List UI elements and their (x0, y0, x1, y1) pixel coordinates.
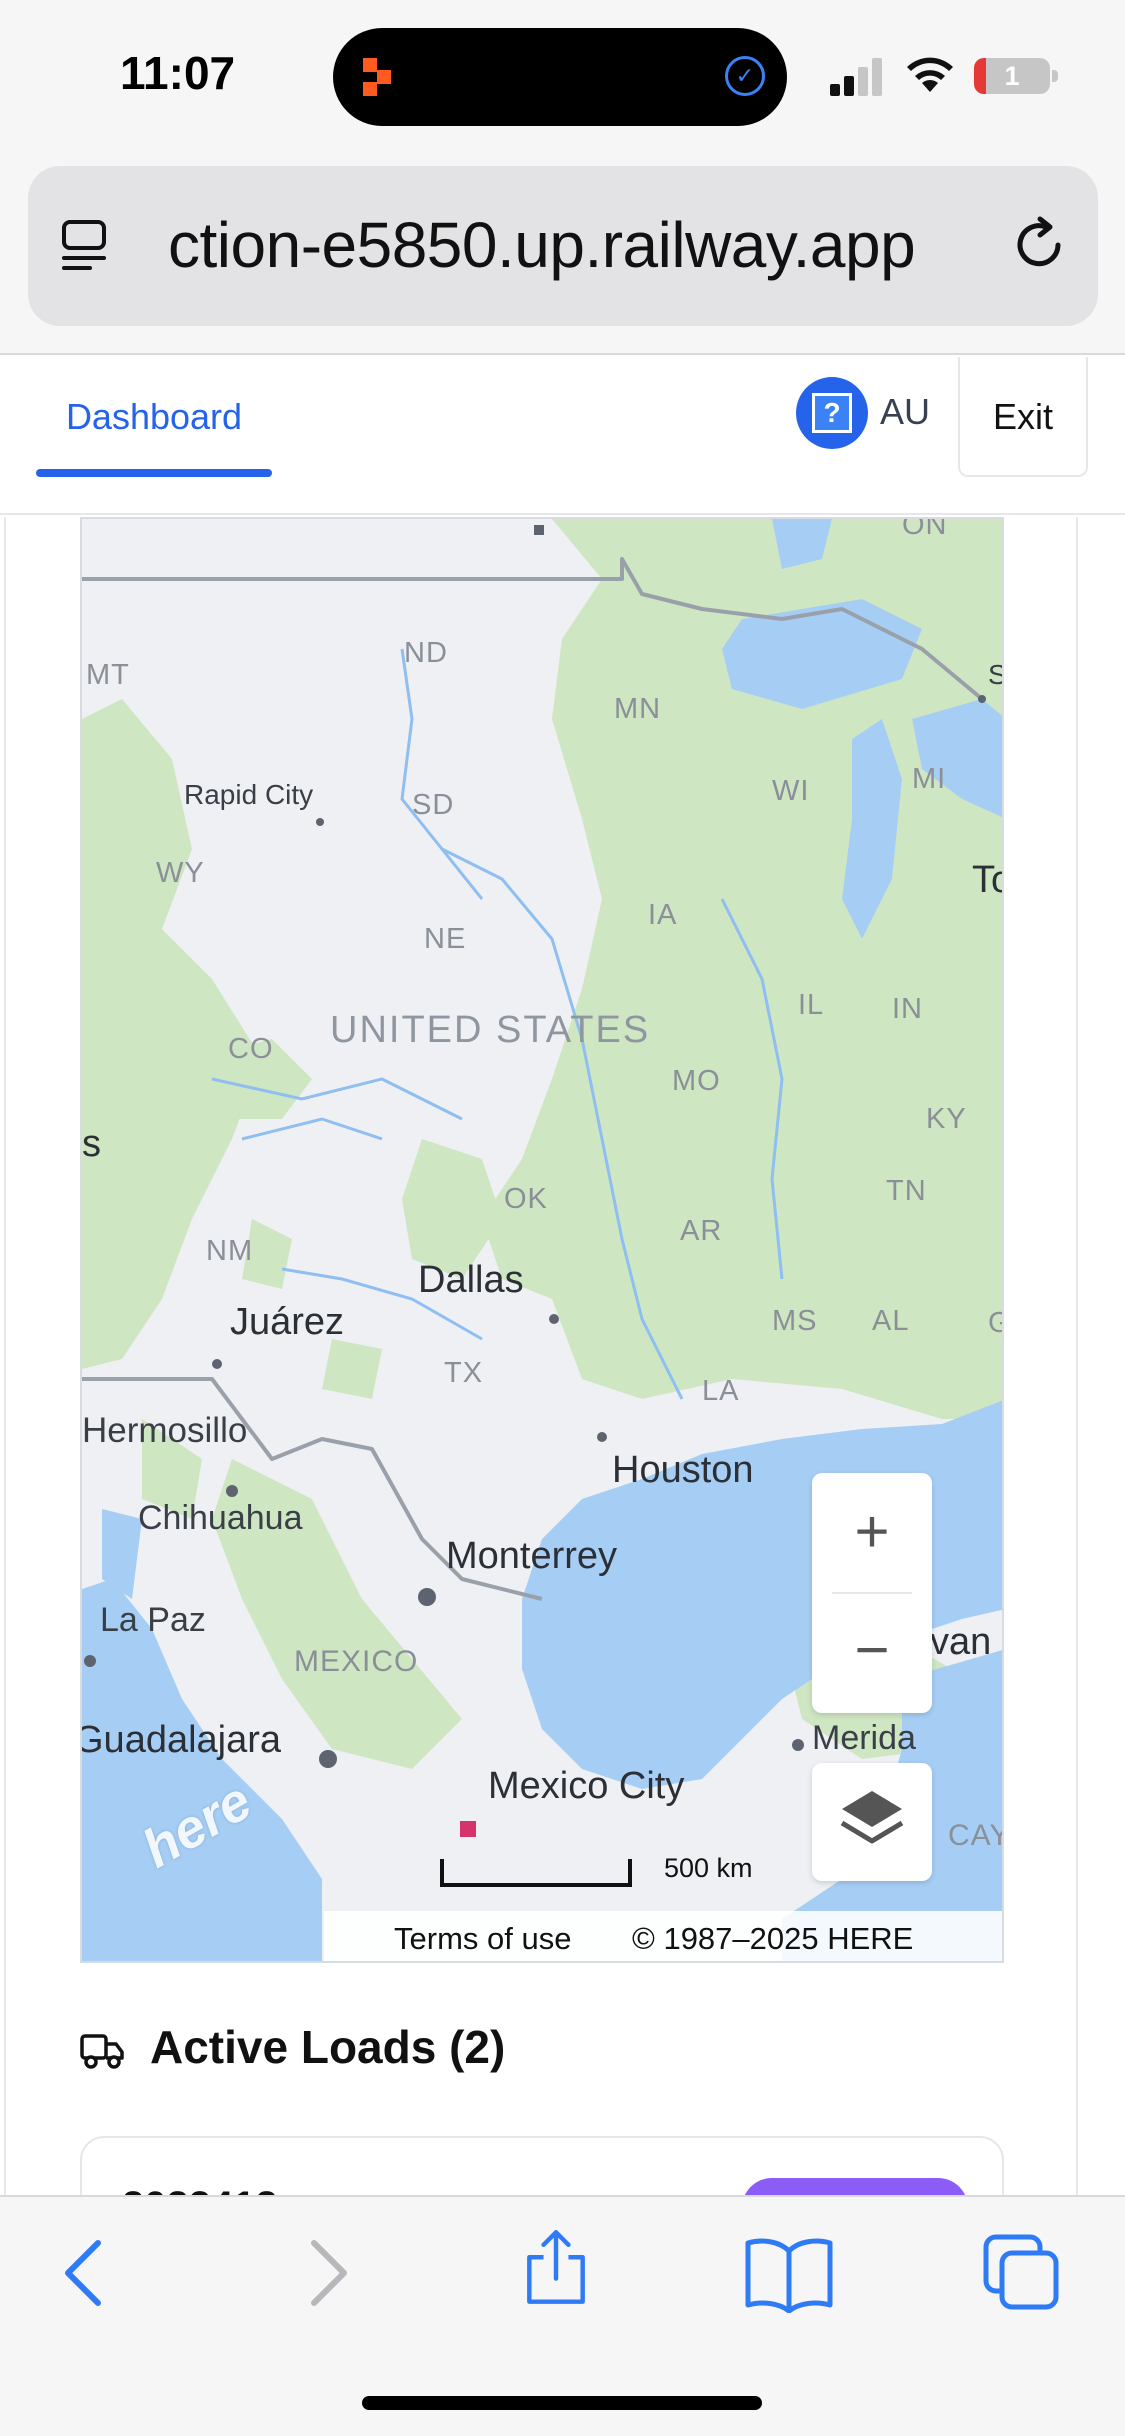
map-label-state: ND (404, 637, 448, 669)
battery-icon: 1 (974, 58, 1058, 94)
map-label-state: MI (912, 763, 947, 795)
user-initials[interactable]: AU (880, 391, 930, 433)
help-icon: ? (812, 393, 852, 433)
exit-button[interactable]: Exit (958, 357, 1088, 477)
map-label-state: NM (206, 1235, 254, 1267)
map-label-city: S (988, 659, 1002, 691)
zoom-in-button[interactable]: + (812, 1473, 932, 1591)
map-label-city: Rapid City (184, 779, 314, 810)
map-attribution: Terms of use © 1987–2025 HERE (324, 1911, 1002, 1961)
map-label-city: Monterrey (446, 1535, 618, 1577)
map-label-state: MO (672, 1065, 721, 1097)
url-text[interactable]: ction-e5850.up.railway.app (168, 208, 916, 282)
map-label-city: Chihuahua (138, 1499, 303, 1537)
map-label-state: IA (648, 899, 678, 931)
map-label-state: WY (156, 857, 205, 889)
chevron-right-icon[interactable] (286, 2233, 366, 2313)
map-label-country: MEXICO (294, 1645, 419, 1678)
map-label-state: NE (424, 923, 467, 955)
tabs-icon[interactable] (982, 2233, 1062, 2313)
map-label-city: La Paz (100, 1601, 206, 1639)
home-indicator (362, 2396, 762, 2410)
map-label-city: Houston (612, 1449, 754, 1491)
wifi-icon (907, 57, 953, 92)
map-label-state: LA (702, 1375, 740, 1407)
map-label-country: UNITED STATES (330, 1009, 651, 1051)
map-label-state: MS (772, 1305, 818, 1337)
map-label-city: Guadalajara (80, 1719, 282, 1761)
status-bar: 11:07 ✓ 1 (0, 0, 1125, 150)
map-label-state: TN (886, 1175, 927, 1207)
map-label-state: MT (86, 659, 130, 691)
help-button[interactable]: ? (796, 377, 868, 449)
app-header: Dashboard ? AU Exit (0, 357, 1125, 515)
map-label-city: van (930, 1621, 992, 1663)
map-label-country: CAY (948, 1819, 1002, 1852)
share-icon[interactable] (516, 2227, 596, 2307)
book-icon[interactable] (744, 2233, 834, 2313)
map-label-state: MN (614, 693, 662, 725)
active-tab-indicator (36, 469, 272, 477)
status-time: 11:07 (120, 47, 236, 99)
truck-icon (80, 2034, 124, 2069)
battery-level: 1 (1004, 61, 1020, 91)
map-label-state: OK (504, 1183, 548, 1215)
map-label-state: IL (798, 989, 825, 1021)
map-label-state: CO (228, 1033, 274, 1065)
map-label-state: AL (872, 1305, 910, 1337)
map-label-city: To (972, 859, 1002, 901)
map-label-state: SD (412, 789, 455, 821)
cellular-signal-icon (830, 58, 882, 96)
map-label-city: Juárez (230, 1301, 345, 1343)
dynamic-island: ✓ (333, 28, 787, 126)
check-circle-icon: ✓ (725, 56, 765, 96)
tab-dashboard[interactable]: Dashboard (36, 357, 272, 477)
map-label-state: IN (892, 993, 923, 1025)
map-label-state: KY (926, 1103, 967, 1135)
reload-icon[interactable] (1008, 214, 1070, 276)
zoom-out-button[interactable]: − (812, 1594, 932, 1712)
map-layers-button[interactable] (812, 1763, 932, 1881)
app-activity-icon (363, 58, 391, 96)
address-bar[interactable]: ction-e5850.up.railway.app (28, 166, 1098, 326)
map-label-city: Dallas (418, 1259, 524, 1301)
map-label-city: Merida (812, 1719, 916, 1757)
map-copyright: © 1987–2025 HERE (632, 1921, 914, 1956)
terms-of-use-link[interactable]: Terms of use (394, 1921, 571, 1957)
map-label-city: s (82, 1123, 101, 1165)
page-menu-icon[interactable] (60, 218, 116, 274)
map-scale-label: 500 km (664, 1853, 753, 1883)
browser-address-area: ction-e5850.up.railway.app (0, 150, 1125, 355)
map-label-state: G (988, 1307, 1002, 1340)
map-label-city: Mexico City (488, 1765, 685, 1807)
layers-icon (840, 1791, 904, 1844)
active-loads-title: Active Loads (2) (150, 2021, 506, 2073)
map-label-city: Hermosillo (82, 1411, 248, 1450)
chevron-left-icon[interactable] (46, 2233, 126, 2313)
map-label-state: WI (772, 775, 810, 807)
map-label-state: AR (680, 1215, 723, 1247)
map-scale-bar (440, 1859, 632, 1887)
zoom-control: + − (812, 1473, 932, 1713)
map-view[interactable]: ND MN MT SD WY NE IA WI MI IL IN CO MO K… (80, 517, 1004, 1963)
map-label-state: TX (444, 1357, 484, 1389)
map-label-state: ON (902, 517, 948, 541)
